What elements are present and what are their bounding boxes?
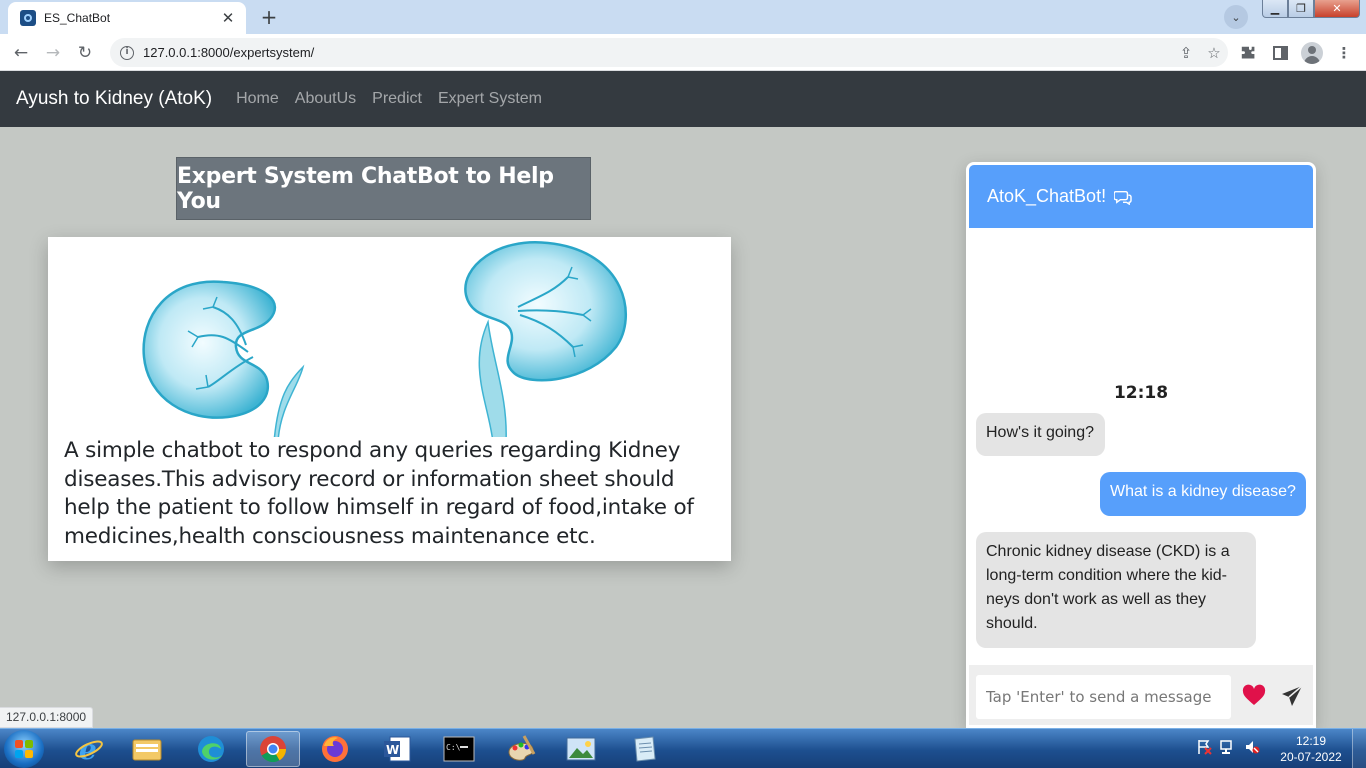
browser-menu-icon[interactable]: ⋮ [1332, 41, 1356, 65]
command-prompt-icon[interactable]: C:\ [432, 731, 486, 767]
chat-message-user: What is a kidney disease? [1100, 472, 1306, 516]
forward-arrow-icon[interactable]: → [40, 40, 66, 66]
info-card: A simple chatbot to respond any queries … [48, 237, 731, 561]
clock-date: 20-07-2022 [1280, 750, 1342, 764]
heart-icon[interactable] [1242, 684, 1266, 708]
site-brand[interactable]: Ayush to Kidney (AtoK) [16, 88, 212, 110]
system-tray [1196, 739, 1260, 755]
browser-tab-strip: ES_ChatBot ✕ + ⌄ ▁ ❐ ✕ [0, 0, 1366, 34]
address-bar[interactable]: i 127.0.0.1:8000/expertsystem/ ⇪ ☆ [110, 38, 1228, 67]
svg-text:C:\: C:\ [446, 743, 461, 752]
send-paper-plane-icon[interactable] [1280, 684, 1304, 708]
taskbar-clock[interactable]: 12:19 20-07-2022 [1276, 733, 1346, 765]
site-info-icon[interactable]: i [120, 45, 134, 60]
url-text[interactable]: 127.0.0.1:8000/expertsystem/ [143, 45, 1172, 60]
nav-home[interactable]: Home [236, 90, 279, 108]
chat-message-input[interactable] [976, 675, 1231, 719]
chat-timestamp: 12:18 [1113, 383, 1169, 403]
chat-header: AtoK_ChatBot! [969, 165, 1313, 228]
volume-muted-icon[interactable] [1244, 739, 1260, 755]
card-description: A simple chatbot to respond any queries … [64, 438, 694, 550]
kidney-illustration-icon [142, 240, 628, 437]
extensions-puzzle-icon[interactable] [1236, 41, 1260, 65]
microsoft-edge-icon[interactable] [184, 731, 238, 767]
action-center-flag-icon[interactable] [1196, 739, 1212, 755]
network-icon[interactable] [1220, 739, 1236, 755]
new-tab-button[interactable]: + [254, 4, 284, 30]
browser-tab[interactable]: ES_ChatBot ✕ [8, 2, 246, 34]
minimize-window-button[interactable]: ▁ [1262, 0, 1288, 18]
tab-favicon [20, 10, 36, 26]
windows-logo-icon [15, 740, 33, 758]
reload-icon[interactable]: ↻ [72, 40, 98, 66]
nav-links: Home AboutUs Predict Expert System [236, 90, 558, 108]
nav-expert-system[interactable]: Expert System [438, 90, 542, 108]
firefox-icon[interactable] [308, 731, 362, 767]
photo-viewer-icon[interactable] [554, 731, 608, 767]
comments-icon [1114, 190, 1132, 205]
microsoft-word-icon[interactable]: W [370, 731, 424, 767]
notepad-icon[interactable] [618, 731, 672, 767]
tab-title: ES_ChatBot [44, 11, 111, 25]
share-icon[interactable]: ⇪ [1172, 44, 1200, 62]
clock-time: 12:19 [1295, 734, 1327, 748]
nav-predict[interactable]: Predict [372, 90, 422, 108]
windows-taskbar: e W C:\ 12:19 20-07-2022 [0, 728, 1366, 768]
chat-title: AtoK_ChatBot! [987, 186, 1107, 206]
svg-text:e: e [79, 734, 97, 764]
chatbot-widget: AtoK_ChatBot! 12:18 How's it going? What… [966, 162, 1316, 728]
start-button[interactable] [4, 730, 44, 768]
page-title: Expert System ChatBot to Help You [176, 157, 591, 220]
paint-icon[interactable] [494, 731, 548, 767]
file-explorer-icon[interactable] [120, 731, 174, 767]
link-status-tooltip: 127.0.0.1:8000 [0, 707, 94, 728]
nav-aboutus[interactable]: AboutUs [295, 90, 356, 108]
tab-search-icon[interactable]: ⌄ [1224, 5, 1248, 29]
svg-text:W: W [386, 743, 399, 757]
close-tab-icon[interactable]: ✕ [218, 8, 238, 28]
bookmark-star-icon[interactable]: ☆ [1200, 44, 1228, 62]
browser-toolbar: ← → ↻ i 127.0.0.1:8000/expertsystem/ ⇪ ☆… [0, 34, 1366, 71]
show-desktop-button[interactable] [1352, 729, 1366, 768]
chat-message-bot: Chronic kidney disease (CKD) is a long-t… [976, 532, 1256, 648]
chat-input-bar [969, 665, 1313, 725]
profile-avatar-icon[interactable] [1300, 41, 1324, 65]
back-arrow-icon[interactable]: ← [8, 40, 34, 66]
google-chrome-icon[interactable] [246, 731, 300, 767]
close-window-button[interactable]: ✕ [1314, 0, 1360, 18]
restore-window-button[interactable]: ❐ [1288, 0, 1314, 18]
chat-message-bot: How's it going? [976, 413, 1105, 456]
side-panel-icon[interactable] [1268, 41, 1292, 65]
site-navbar: Ayush to Kidney (AtoK) Home AboutUs Pred… [0, 71, 1366, 127]
internet-explorer-icon[interactable]: e [62, 731, 116, 767]
